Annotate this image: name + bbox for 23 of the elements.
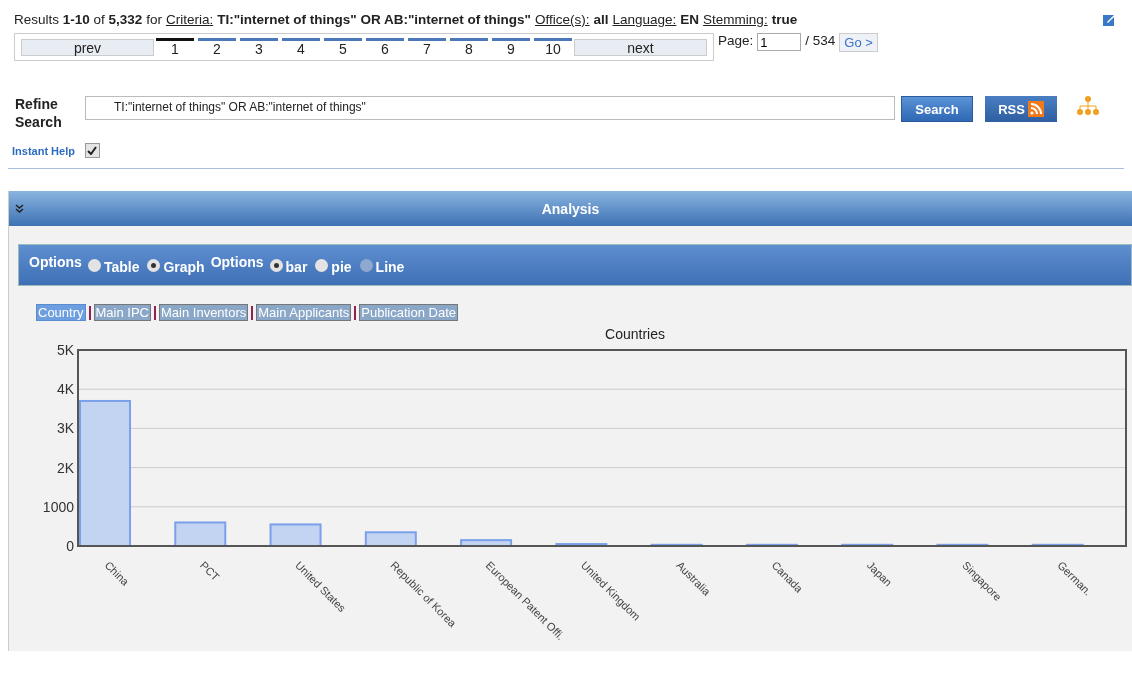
options-label: Options [210,254,264,270]
analysis-title: Analysis [541,200,600,217]
page-total: / 534 [805,33,836,48]
options-label: Options [29,254,82,270]
y-tick-label: 0 [66,538,74,554]
y-tick-label: 2K [56,459,74,476]
refine-search-label: Refine Search [15,95,63,131]
language-value: EN [680,12,700,27]
radio-label: Line [375,259,405,275]
page-label: Page: [718,33,754,48]
radio-label: bar [285,259,308,275]
office-value: all [593,12,609,27]
y-tick-label: 4K [56,381,74,398]
y-tick-label: 1000 [42,498,74,515]
stemming-value: true [771,12,798,27]
y-tick-label: 3K [56,420,74,437]
radio-label: Graph [163,259,205,275]
results-summary: Results 1-10 of 5,332 for [14,12,162,27]
y-tick-label: 5K [56,342,74,358]
chart-title: Countries [604,326,666,342]
radio-label: pie [331,259,352,275]
radio-label: Table [103,259,140,275]
criteria-value: TI:"internet of things" OR AB:"internet of things" [217,12,531,27]
